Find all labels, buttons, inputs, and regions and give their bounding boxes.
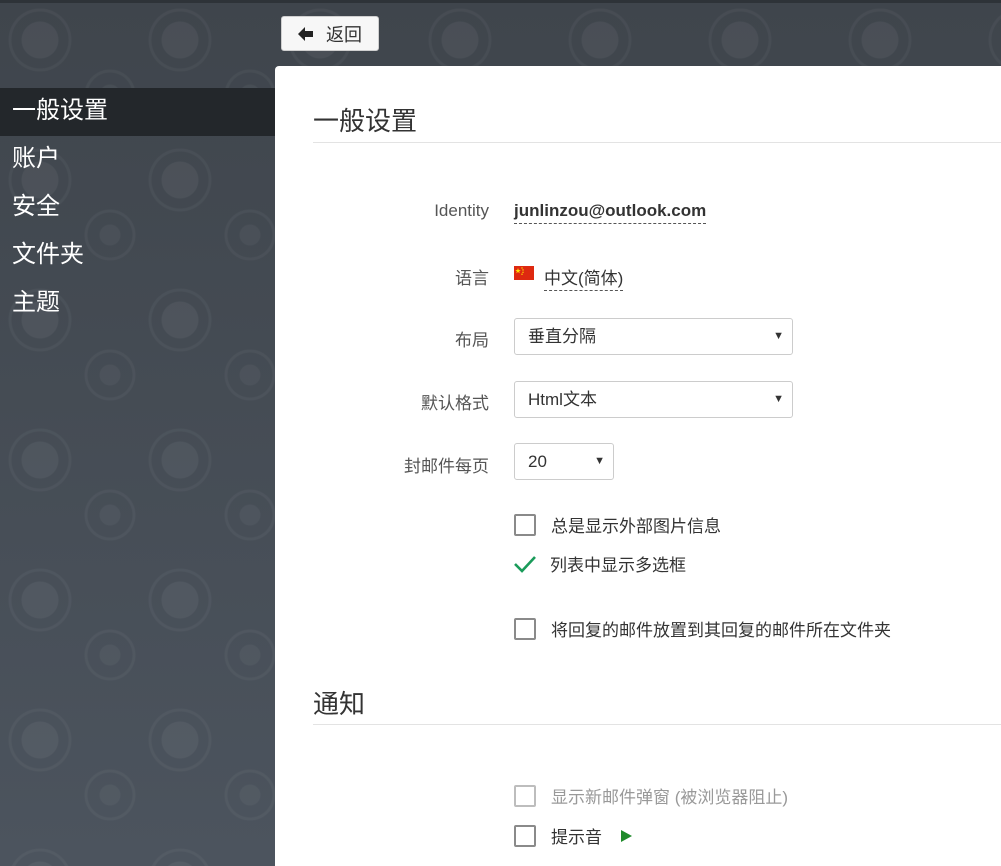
- language-value[interactable]: 中文(简体): [544, 264, 624, 291]
- back-button-label: 返回: [326, 24, 362, 45]
- notifications-title: 通知: [313, 689, 366, 719]
- per-page-select-value: 20: [528, 452, 547, 471]
- back-button[interactable]: 返回: [281, 16, 379, 51]
- sidebar-item-security[interactable]: 安全: [0, 184, 275, 232]
- checkbox-label: 提示音: [551, 828, 602, 847]
- sidebar-item-label: 账户: [12, 145, 60, 172]
- sidebar-item-themes[interactable]: 主题: [0, 280, 275, 328]
- show-external-images-checkbox[interactable]: [514, 513, 536, 536]
- sidebar-item-label: 一般设置: [12, 97, 108, 124]
- sidebar-item-folders[interactable]: 文件夹: [0, 232, 275, 280]
- per-page-label: 封邮件每页: [404, 457, 489, 476]
- checkmark-icon[interactable]: [513, 554, 537, 574]
- language-label: 语言: [455, 269, 489, 288]
- sidebar-item-accounts[interactable]: 账户: [0, 136, 275, 184]
- settings-sidebar: 一般设置 账户 安全 文件夹 主题: [0, 88, 275, 328]
- new-mail-popup-option: 显示新邮件弹窗 (被浏览器阻止): [514, 783, 788, 808]
- show-external-images-option[interactable]: 总是显示外部图片信息: [514, 512, 721, 537]
- china-flag-icon: [514, 266, 534, 280]
- chevron-down-icon: ▼: [594, 455, 605, 467]
- section-divider: [313, 724, 1001, 725]
- default-format-select[interactable]: Html文本 ▼: [514, 381, 793, 418]
- sidebar-item-general[interactable]: 一般设置: [0, 88, 275, 136]
- default-format-label: 默认格式: [421, 394, 489, 413]
- layout-select[interactable]: 垂直分隔 ▼: [514, 318, 793, 355]
- sidebar-item-label: 安全: [12, 193, 60, 220]
- chevron-down-icon: ▼: [773, 330, 784, 342]
- sound-option[interactable]: 提示音: [514, 823, 632, 848]
- layout-select-value: 垂直分隔: [528, 327, 596, 346]
- section-divider: [313, 142, 1001, 143]
- identity-label: Identity: [434, 201, 489, 220]
- checkbox-label: 总是显示外部图片信息: [551, 517, 721, 536]
- play-icon[interactable]: [620, 829, 632, 842]
- arrow-left-icon: [298, 26, 313, 41]
- page-title: 一般设置: [313, 106, 418, 136]
- default-format-select-value: Html文本: [528, 390, 597, 409]
- identity-value[interactable]: junlinzou@outlook.com: [514, 201, 707, 224]
- sidebar-item-label: 文件夹: [12, 241, 84, 268]
- chevron-down-icon: ▼: [773, 393, 784, 405]
- checkbox-label: 显示新邮件弹窗 (被浏览器阻止): [551, 788, 789, 807]
- per-page-select[interactable]: 20 ▼: [514, 443, 614, 480]
- list-multiselect-option[interactable]: 列表中显示多选框: [514, 551, 686, 576]
- layout-label: 布局: [455, 331, 489, 350]
- sound-checkbox[interactable]: [514, 824, 536, 847]
- new-mail-popup-checkbox: [514, 784, 536, 807]
- reply-folder-checkbox[interactable]: [514, 617, 536, 640]
- checkbox-label: 列表中显示多选框: [550, 556, 686, 575]
- sidebar-item-label: 主题: [12, 289, 60, 316]
- checkbox-label: 将回复的邮件放置到其回复的邮件所在文件夹: [551, 621, 891, 640]
- reply-folder-option[interactable]: 将回复的邮件放置到其回复的邮件所在文件夹: [514, 616, 891, 641]
- top-border: [0, 0, 1001, 3]
- settings-panel: 一般设置 Identity junlinzou@outlook.com 语言 中…: [275, 66, 1001, 866]
